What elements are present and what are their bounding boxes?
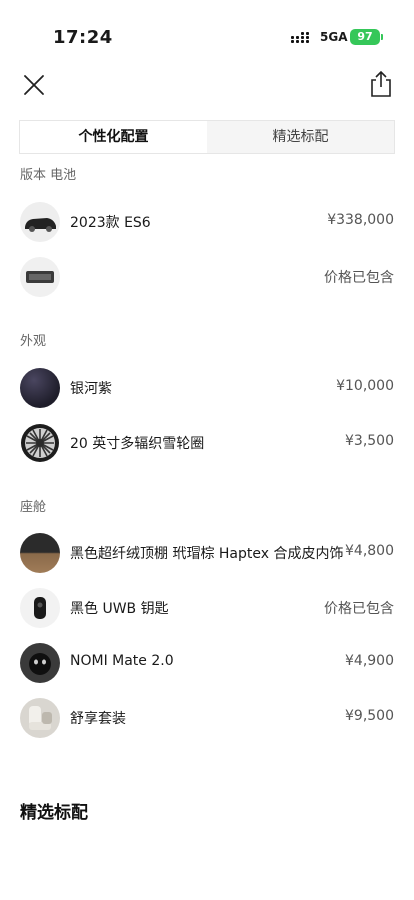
- list-item-model[interactable]: 2023款 ES6 ¥338,000: [0, 197, 414, 247]
- item-name: 舒享套装: [70, 711, 126, 727]
- list-item-interior[interactable]: 黑色超纤绒顶棚 玳瑁棕 Haptex 合成皮内饰 ¥4,800: [0, 528, 414, 578]
- item-name: 2023款 ES6: [70, 215, 151, 231]
- item-name: 黑色 UWB 钥匙: [70, 601, 169, 617]
- item-name: 银河紫: [70, 381, 112, 397]
- battery-icon: 97: [350, 29, 380, 45]
- status-bar: 17:24 5GA 97: [0, 0, 414, 70]
- signal-icon: [291, 32, 313, 44]
- item-price: ¥9,500: [345, 708, 394, 724]
- list-item-paint[interactable]: 银河紫 ¥10,000: [0, 363, 414, 413]
- share-icon: [371, 70, 391, 97]
- config-tabs: 个性化配置 精选标配: [19, 120, 395, 154]
- key-fob-icon: [20, 588, 60, 628]
- tab-standard[interactable]: 精选标配: [207, 121, 394, 153]
- seat-icon: [20, 698, 60, 738]
- section-title-version: 版本 电池: [20, 168, 77, 183]
- status-time: 17:24: [53, 27, 113, 48]
- car-thumbnail-icon: [20, 202, 60, 242]
- paint-color-swatch-icon: [20, 368, 60, 408]
- battery-pack-thumbnail-icon: [20, 257, 60, 297]
- list-item-key[interactable]: 黑色 UWB 钥匙 价格已包含: [0, 583, 414, 633]
- tab-personalized[interactable]: 个性化配置: [20, 121, 207, 153]
- item-price: ¥338,000: [327, 212, 394, 228]
- item-price: 价格已包含: [324, 270, 394, 286]
- network-type: 5GA: [320, 30, 348, 44]
- item-name: 20 英寸多辐织雪轮圈: [70, 436, 205, 452]
- item-name: NOMI Mate 2.0: [70, 653, 174, 669]
- item-price: ¥3,500: [345, 433, 394, 449]
- item-price: 价格已包含: [324, 601, 394, 617]
- nomi-icon: [20, 643, 60, 683]
- nav-bar: [0, 65, 414, 105]
- wheel-rim-icon: [20, 423, 60, 463]
- list-item-nomi[interactable]: NOMI Mate 2.0 ¥4,900: [0, 638, 414, 688]
- list-item-wheel[interactable]: 20 英寸多辐织雪轮圈 ¥3,500: [0, 418, 414, 468]
- section-title-exterior: 外观: [20, 334, 47, 349]
- list-item-battery[interactable]: 价格已包含: [0, 252, 414, 302]
- close-icon: [24, 75, 44, 95]
- item-price: ¥10,000: [336, 378, 394, 394]
- share-button[interactable]: [367, 69, 395, 99]
- item-price: ¥4,800: [345, 543, 394, 559]
- item-name: 黑色超纤绒顶棚 玳瑁棕 Haptex 合成皮内饰: [70, 546, 344, 562]
- close-button[interactable]: [20, 71, 48, 99]
- battery-tip: [381, 34, 383, 40]
- item-price: ¥4,900: [345, 653, 394, 669]
- standard-features-heading: 精选标配: [20, 803, 88, 823]
- interior-swatch-icon: [20, 533, 60, 573]
- list-item-comfort[interactable]: 舒享套装 ¥9,500: [0, 693, 414, 743]
- section-title-cabin: 座舱: [20, 500, 47, 515]
